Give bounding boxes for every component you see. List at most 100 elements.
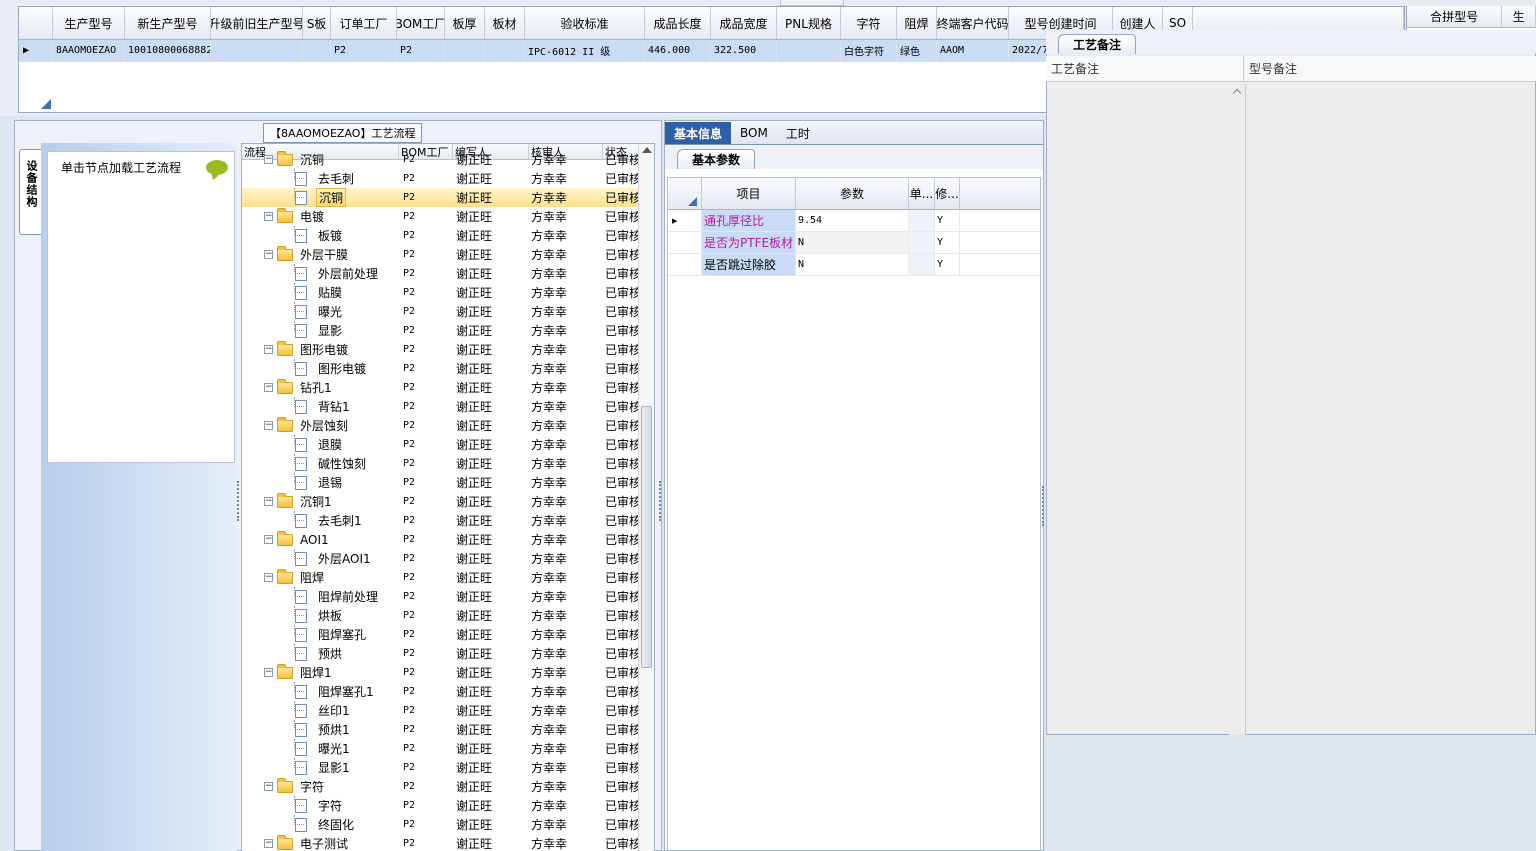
grid-header-cell[interactable]: 成品宽度 (711, 7, 777, 39)
grid-cell[interactable]: P2 (397, 40, 445, 61)
param-value[interactable]: 9.54 (796, 210, 909, 231)
tree-row[interactable]: 碱性蚀刻 P2 谢正旺 方幸幸 已审核 (242, 454, 654, 473)
tree-node[interactable]: − 钻孔1 (242, 378, 399, 397)
tree-node[interactable]: 字符 (242, 796, 399, 815)
tree-row[interactable]: 字符 P2 谢正旺 方幸幸 已审核 (242, 796, 654, 815)
scroll-thumb[interactable] (641, 406, 652, 668)
tree-row[interactable]: − 图形电镀 P2 谢正旺 方幸幸 已审核 (242, 340, 654, 359)
tree-scrollbar[interactable] (638, 144, 654, 851)
tree-row[interactable]: 烘板 P2 谢正旺 方幸幸 已审核 (242, 606, 654, 625)
tree-row[interactable]: 阻焊塞孔 P2 谢正旺 方幸幸 已审核 (242, 625, 654, 644)
param-value[interactable]: N (796, 232, 909, 253)
tree-row[interactable]: 退锡 P2 谢正旺 方幸幸 已审核 (242, 473, 654, 492)
grid-header-cell[interactable]: 验收标准 (525, 7, 645, 39)
param-mod[interactable]: Y (935, 210, 960, 231)
tree-node[interactable]: − 电镀 (242, 207, 399, 226)
collapse-icon[interactable]: − (264, 782, 273, 791)
grid-header-cell[interactable]: BOM工厂 (397, 7, 445, 39)
grid-cell[interactable] (485, 40, 525, 61)
param-mod[interactable]: Y (935, 254, 960, 275)
tree-row[interactable]: 阻焊塞孔1 P2 谢正旺 方幸幸 已审核 (242, 682, 654, 701)
tree-node[interactable]: 去毛刺1 (242, 511, 399, 530)
tree-node[interactable]: 烘板 (242, 606, 399, 625)
tree-node[interactable]: 碱性蚀刻 (242, 454, 399, 473)
row-indicator-icon[interactable] (668, 232, 702, 253)
process-remarks-column[interactable]: 工艺备注 (1046, 56, 1244, 81)
merge-model-header-2[interactable]: 生 (1502, 6, 1536, 27)
tree-node[interactable]: 预烘 (242, 644, 399, 663)
tree-node[interactable]: 去毛刺 (242, 169, 399, 188)
grid-cell[interactable]: IPC-6012 II 级 (525, 40, 645, 61)
param-header-item[interactable]: 项目 (702, 178, 796, 209)
param-row[interactable]: 是否跳过除胶 N Y (668, 254, 1040, 276)
tree-row[interactable]: 图形电镀 P2 谢正旺 方幸幸 已审核 (242, 359, 654, 378)
grid-header-cell[interactable]: 板厚 (445, 7, 485, 39)
tree-node[interactable]: 预烘1 (242, 720, 399, 739)
tree-node[interactable]: 阻焊前处理 (242, 587, 399, 606)
tree-node[interactable]: 显影1 (242, 758, 399, 777)
scroll-up-icon[interactable] (642, 147, 652, 153)
splitter-grip-mid[interactable] (659, 481, 663, 521)
grid-header-cell[interactable]: 板材 (485, 7, 525, 39)
tree-row[interactable]: − AOI1 P2 谢正旺 方幸幸 已审核 (242, 530, 654, 549)
tab-work-hours[interactable]: 工时 (777, 122, 819, 144)
grid-header-cell[interactable]: 生产型号 (53, 7, 125, 39)
row-indicator-icon[interactable]: ▶ (19, 40, 53, 61)
grid-header-cell[interactable]: 升级前旧生产型号 (211, 7, 303, 39)
tree-row[interactable]: 丝印1 P2 谢正旺 方幸幸 已审核 (242, 701, 654, 720)
tree-row[interactable]: − 电子测试 P2 谢正旺 方幸幸 已审核 (242, 834, 654, 851)
tab-process-remarks[interactable]: 工艺备注 (1058, 34, 1137, 54)
row-indicator-icon[interactable] (668, 254, 702, 275)
grid-cell[interactable]: AAOM (937, 40, 1009, 61)
grid-cell[interactable] (777, 40, 841, 61)
grid-cell[interactable]: 绿色 (897, 40, 937, 61)
row-indicator-icon[interactable]: ▶ (668, 210, 702, 231)
tree-row[interactable]: − 沉铜1 P2 谢正旺 方幸幸 已审核 (242, 492, 654, 511)
grid-cell[interactable]: 10010800068882 (125, 40, 211, 61)
grid-header-cell[interactable]: 阻焊 (897, 7, 937, 39)
tree-node[interactable]: − 图形电镀 (242, 340, 399, 359)
tree-node[interactable]: 外层AOI1 (242, 549, 399, 568)
grid-cell[interactable]: 446.000 (645, 40, 711, 61)
tree-row[interactable]: 终固化 P2 谢正旺 方幸幸 已审核 (242, 815, 654, 834)
grid-cell[interactable]: 白色字符 (841, 40, 897, 61)
tree-node[interactable]: 退膜 (242, 435, 399, 454)
grid-cell[interactable]: P2 (331, 40, 397, 61)
collapse-icon[interactable]: − (264, 668, 273, 677)
tree-node[interactable]: − AOI1 (242, 530, 399, 549)
grid-cell[interactable] (211, 40, 303, 61)
param-mod[interactable]: Y (935, 232, 960, 253)
tree-row[interactable]: 沉铜 P2 谢正旺 方幸幸 已审核 (242, 188, 654, 207)
tree-node[interactable]: 终固化 (242, 815, 399, 834)
tree-row[interactable]: 曝光1 P2 谢正旺 方幸幸 已审核 (242, 739, 654, 758)
equipment-structure-tab[interactable]: 设备结构 (19, 149, 41, 235)
tree-row[interactable]: 贴膜 P2 谢正旺 方幸幸 已审核 (242, 283, 654, 302)
tree-node[interactable]: 背钻1 (242, 397, 399, 416)
param-header-value[interactable]: 参数 (796, 178, 909, 209)
param-item[interactable]: 是否为PTFE板材 (702, 232, 796, 253)
tree-row[interactable]: − 沉铜 P2 谢正旺 方幸幸 已审核 (242, 150, 654, 169)
grid-cell[interactable] (303, 40, 331, 61)
tree-node[interactable]: 沉铜 (242, 188, 399, 207)
param-unit[interactable] (909, 254, 935, 275)
tree-node[interactable]: − 沉铜 (242, 150, 399, 169)
tree-row[interactable]: − 阻焊 P2 谢正旺 方幸幸 已审核 (242, 568, 654, 587)
tree-node[interactable]: 阻焊塞孔1 (242, 682, 399, 701)
tree-node[interactable]: 阻焊塞孔 (242, 625, 399, 644)
collapse-icon[interactable]: − (264, 573, 273, 582)
collapse-icon[interactable]: − (264, 155, 273, 164)
param-item[interactable]: 通孔厚径比 (702, 210, 796, 231)
tree-row[interactable]: 曝光 P2 谢正旺 方幸幸 已审核 (242, 302, 654, 321)
tree-row[interactable]: − 外层干膜 P2 谢正旺 方幸幸 已审核 (242, 245, 654, 264)
model-remarks-column[interactable]: 型号备注 (1244, 56, 1536, 81)
tab-basic-info[interactable]: 基本信息 (665, 122, 732, 144)
tree-row[interactable]: 背钻1 P2 谢正旺 方幸幸 已审核 (242, 397, 654, 416)
collapse-icon[interactable]: − (264, 250, 273, 259)
tree-row[interactable]: 退膜 P2 谢正旺 方幸幸 已审核 (242, 435, 654, 454)
grid-header-cell[interactable]: 成品长度 (645, 7, 711, 39)
tree-node[interactable]: 外层前处理 (242, 264, 399, 283)
tree-node[interactable]: 图形电镀 (242, 359, 399, 378)
splitter-grip-left[interactable] (237, 481, 241, 521)
tree-node[interactable]: − 阻焊1 (242, 663, 399, 682)
tree-row[interactable]: 外层前处理 P2 谢正旺 方幸幸 已审核 (242, 264, 654, 283)
